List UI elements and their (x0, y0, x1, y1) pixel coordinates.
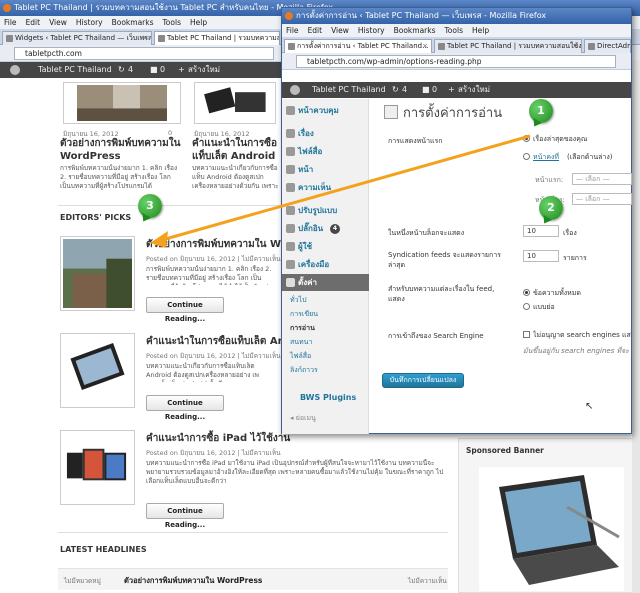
annotation-arrow (150, 134, 531, 248)
callout-badge-2: 2 (539, 196, 563, 220)
callout-badge-1: 1 (529, 99, 553, 123)
callout-badge-3: 3 (138, 194, 162, 218)
